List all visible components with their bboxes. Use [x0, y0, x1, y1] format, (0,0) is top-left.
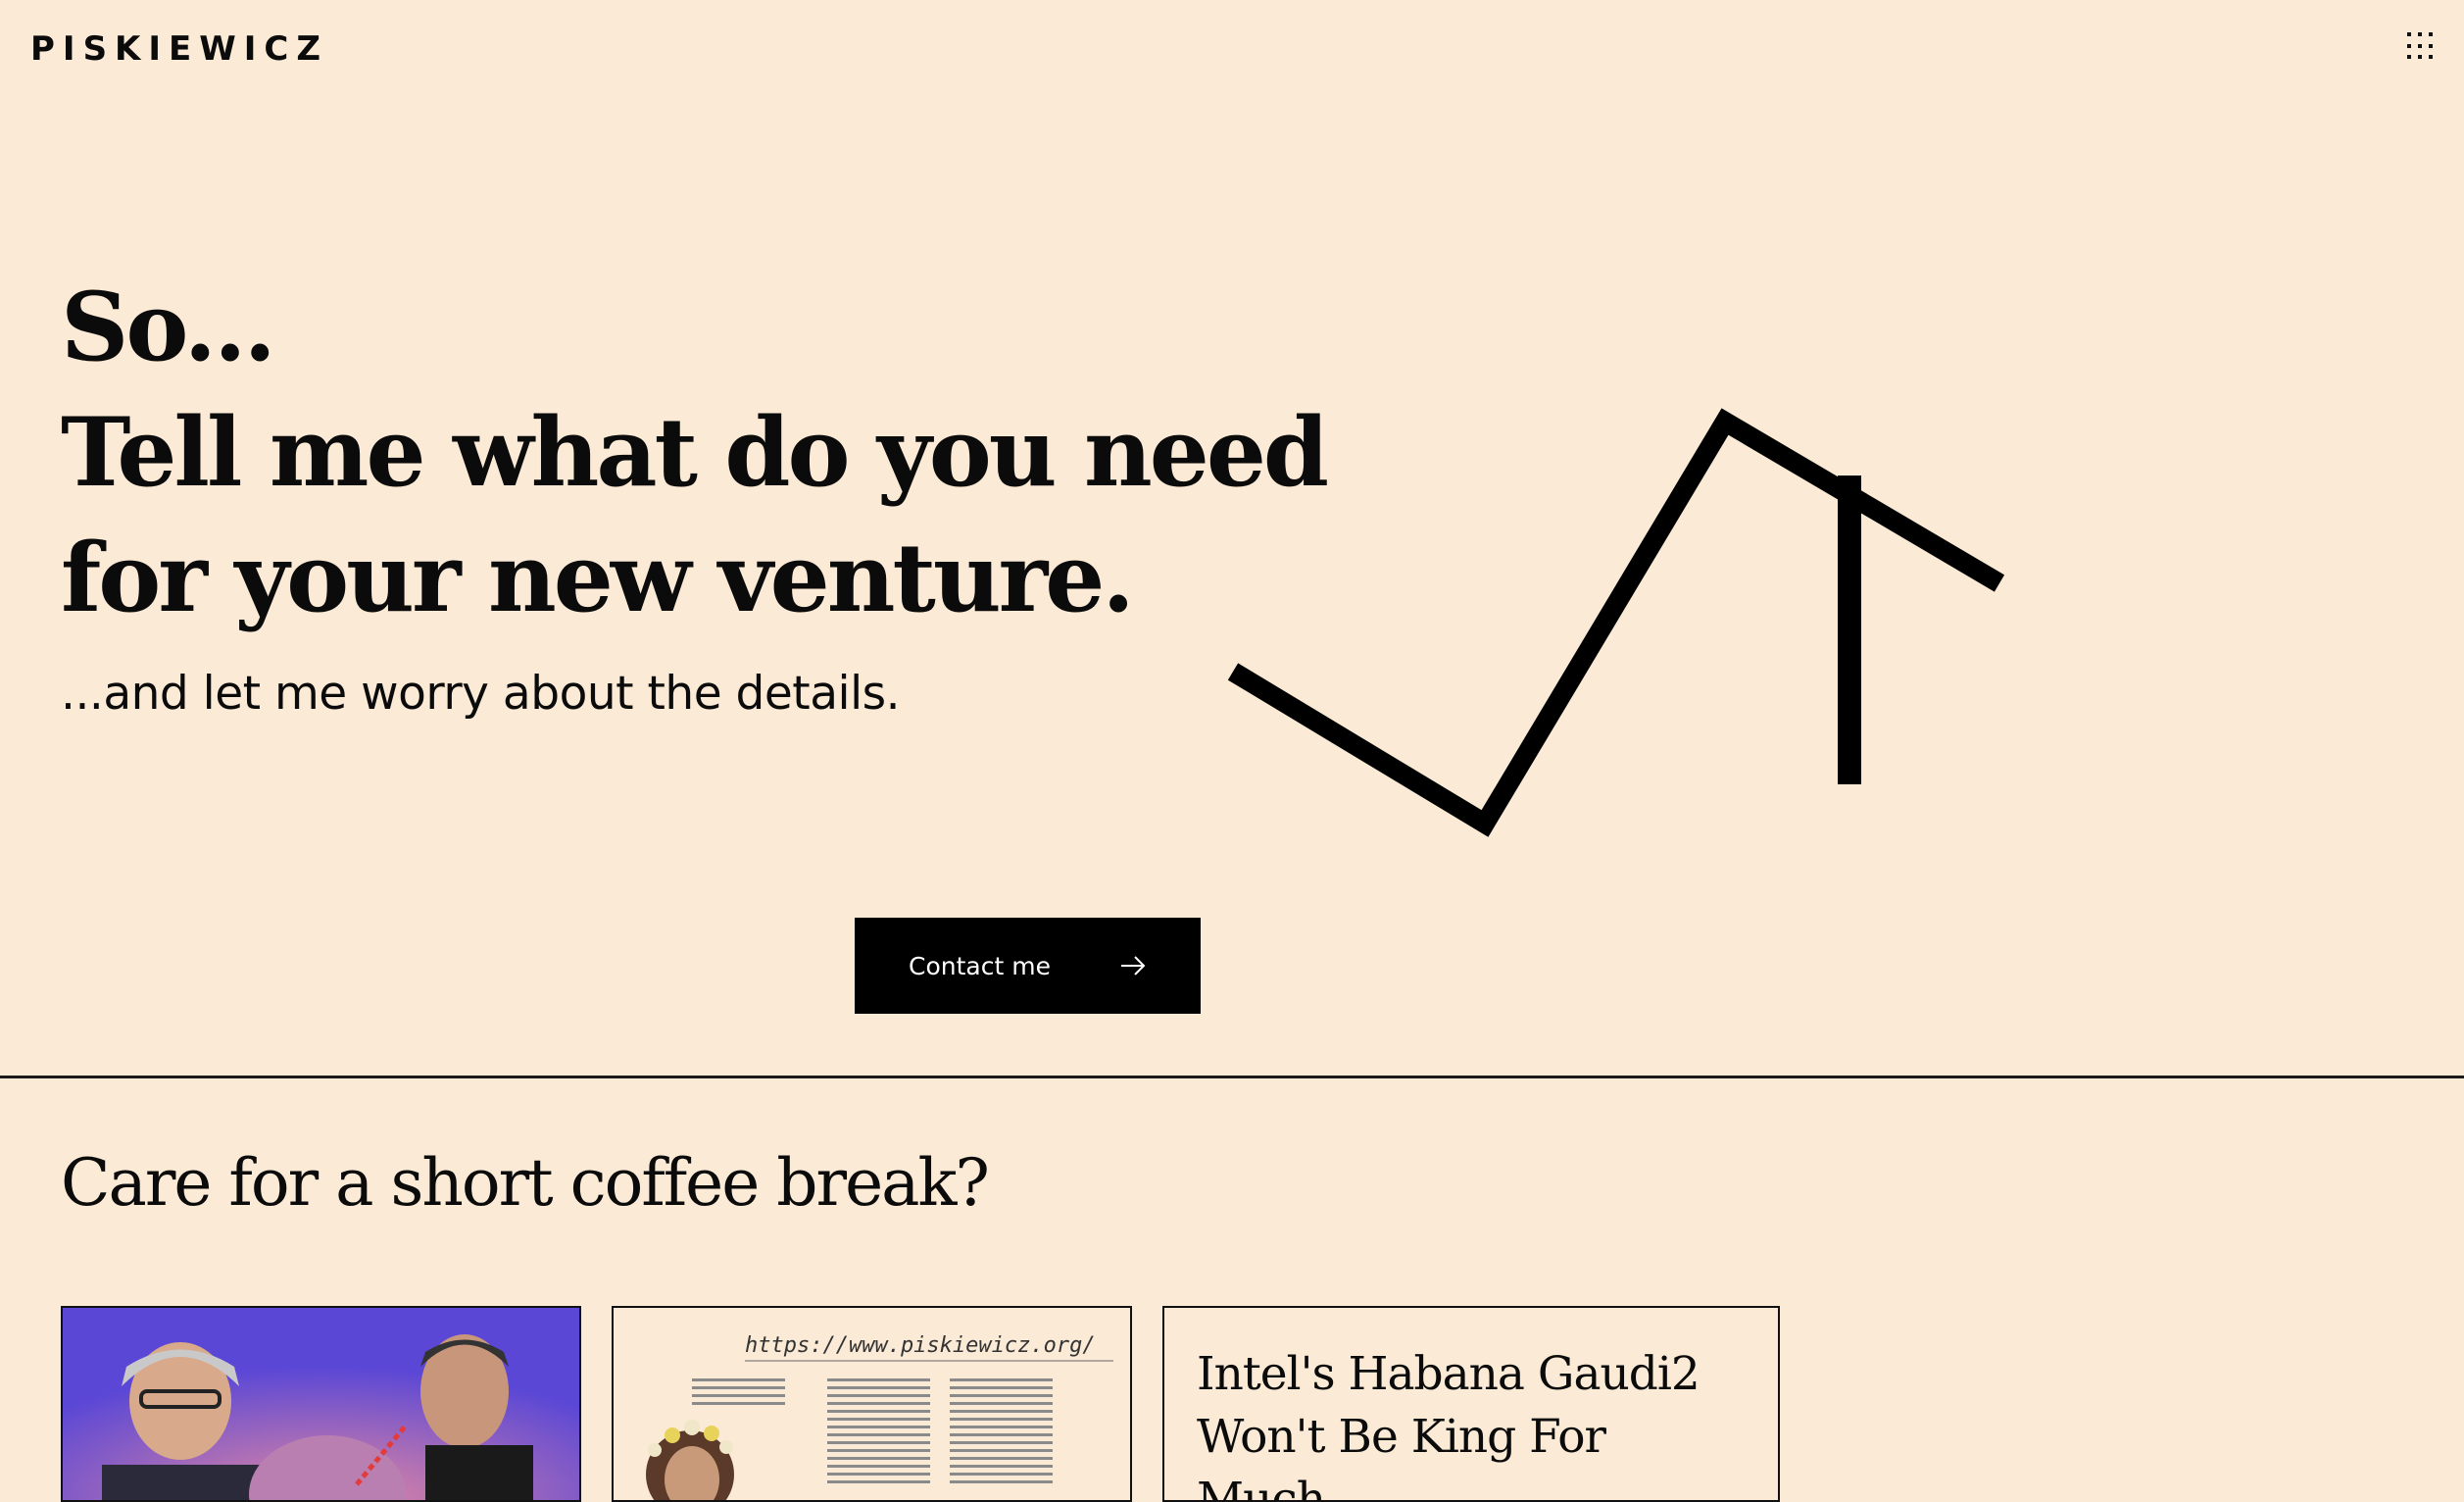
article-card[interactable]: Intel's Habana Gaudi2 Won't Be King For …	[1162, 1306, 1780, 1502]
arrow-right-icon	[1120, 956, 1146, 976]
hero-subtitle: ...and let me worry about the details.	[61, 667, 901, 721]
section-divider	[0, 1076, 2464, 1078]
menu-dot	[2429, 55, 2433, 60]
hero-title-line: So...	[61, 272, 276, 382]
menu-dot	[2429, 32, 2433, 36]
hero-title: So... Tell me what do you need for your …	[61, 265, 1329, 641]
article-image	[646, 1360, 1113, 1500]
menu-grid-icon[interactable]	[2407, 32, 2435, 60]
menu-dot	[2407, 32, 2411, 36]
menu-dot	[2407, 55, 2411, 60]
article-card[interactable]	[61, 1306, 581, 1502]
article-card[interactable]: https://www.piskiewicz.org/	[612, 1306, 1132, 1502]
menu-dot	[2429, 43, 2433, 48]
contact-button-label: Contact me	[909, 951, 1051, 980]
site-logo[interactable]: PISKIEWICZ	[30, 29, 328, 69]
hero-title-line: for your new venture.	[61, 523, 1135, 633]
menu-dot	[2418, 55, 2422, 60]
menu-dot	[2418, 32, 2422, 36]
contact-button[interactable]: Contact me	[855, 918, 1201, 1014]
zigzag-graphic	[1227, 408, 2005, 837]
section-title: Care for a short coffee break?	[61, 1145, 990, 1221]
hero-title-line: Tell me what do you need	[61, 397, 1329, 508]
menu-dot	[2418, 43, 2422, 48]
zigzag-line	[1227, 408, 2005, 837]
article-image	[63, 1308, 579, 1500]
menu-dot	[2407, 43, 2411, 48]
